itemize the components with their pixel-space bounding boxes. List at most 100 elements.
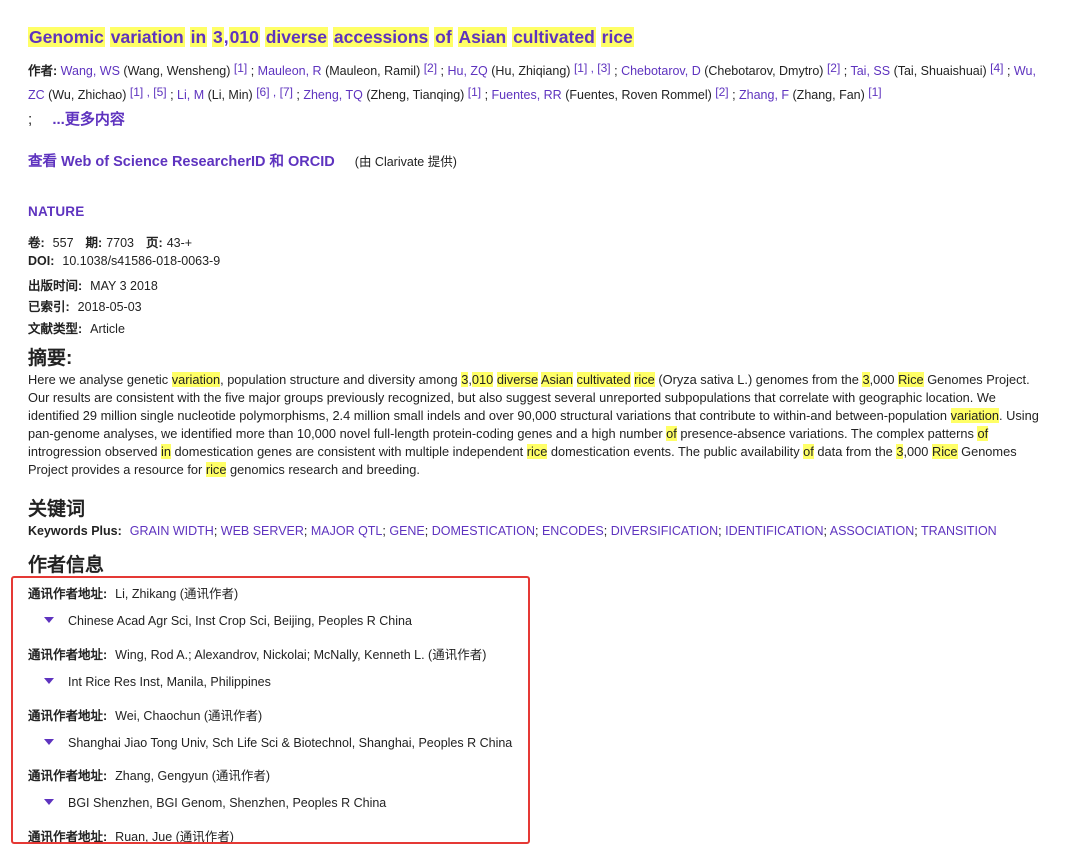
abstract-highlight: Rice (931, 444, 958, 459)
ref-separator: , (143, 85, 154, 99)
pages-label: 页: (146, 236, 163, 250)
author-fullname: (Mauleon, Ramil) (321, 64, 424, 78)
doi-value: 10.1038/s41586-018-0063-9 (62, 254, 221, 268)
affiliation-ref-link[interactable]: [1] (574, 61, 587, 75)
separator: ; (28, 111, 33, 128)
abstract-highlight: variation (171, 372, 221, 387)
title-highlight: in (189, 27, 208, 47)
more-authors-link[interactable]: ...更多内容 (52, 111, 125, 128)
affiliation-ref-link[interactable]: [5] (153, 85, 166, 99)
pages-value: 43-+ (166, 236, 193, 250)
title-highlight: accessions (332, 27, 430, 47)
keyword-link[interactable]: GENE (389, 524, 424, 538)
abstract-text: domestication genes are consistent with … (171, 444, 527, 459)
keyword-link[interactable]: MAJOR QTL (311, 524, 383, 538)
pub-date-value: MAY 3 2018 (90, 279, 158, 293)
author-link[interactable]: Chebotarov, D (621, 64, 701, 78)
abstract-text: data from the (813, 444, 897, 459)
affiliation-ref-link[interactable]: [2] (424, 61, 437, 75)
keyword-link[interactable]: DIVERSIFICATION (611, 524, 718, 538)
keyword-separator: ; (534, 524, 542, 538)
title-highlight: rice (600, 27, 634, 47)
authors-label: 作者: (28, 64, 58, 78)
indexed-value: 2018-05-03 (77, 300, 142, 314)
author-fullname: (Zhang, Fan) (789, 88, 869, 102)
volume-value: 557 (52, 236, 74, 250)
doc-type-row: 文献类型: Article (28, 318, 125, 337)
journal-link[interactable]: NATURE (28, 204, 84, 219)
keyword-link[interactable]: ENCODES (542, 524, 604, 538)
affiliation-ref-link[interactable]: [1] (468, 85, 481, 99)
keyword-separator: ; (213, 524, 221, 538)
provider-note: (由 Clarivate 提供) (354, 155, 457, 169)
issue-label: 期: (85, 236, 103, 250)
title-highlight: variation (109, 27, 185, 47)
keyword-separator: ; (603, 524, 611, 538)
keywords-list: GRAIN WIDTH; WEB SERVER; MAJOR QTL; GENE… (130, 524, 997, 538)
author-link[interactable]: Fuentes, RR (492, 88, 562, 102)
keyword-separator: ; (914, 524, 921, 538)
author-link[interactable]: Li, M (177, 88, 204, 102)
author-fullname: (Wang, Wensheng) (119, 64, 234, 78)
author-fullname: (Fuentes, Roven Rommel) (561, 88, 716, 102)
abstract-highlight: cultivated (576, 372, 631, 387)
title-highlight: diverse (264, 27, 329, 47)
abstract-highlight: 010 (471, 372, 494, 387)
author-link[interactable]: Hu, ZQ (447, 64, 487, 78)
affiliation-ref-link[interactable]: [1] (130, 85, 143, 99)
keyword-link[interactable]: TRANSITION (921, 524, 997, 538)
author-link[interactable]: Wang, WS (61, 64, 120, 78)
keyword-link[interactable]: GRAIN WIDTH (130, 524, 214, 538)
title-highlight: 3 (212, 27, 224, 47)
abstract-text: , population structure and diversity amo… (220, 372, 462, 387)
author-separator: ; (247, 64, 258, 78)
abstract-highlight: rice (526, 444, 548, 459)
affiliation-ref-link[interactable]: [3] (597, 61, 610, 75)
indexed-row: 已索引: 2018-05-03 (28, 296, 142, 315)
title-text (185, 27, 190, 47)
affiliation-ref-link[interactable]: [6] (256, 85, 269, 99)
keyword-link[interactable]: WEB SERVER (221, 524, 304, 538)
affiliation-ref-link[interactable]: [7] (280, 85, 293, 99)
volume-issue-pages: 卷: 557 期: 7703 页: 43-+ (28, 232, 192, 251)
abstract-text: introgression observed (28, 444, 162, 459)
affiliation-ref-link[interactable]: [2] (827, 61, 840, 75)
affiliation-ref-link[interactable]: [1] (868, 85, 881, 99)
title-highlight: Asian (457, 27, 508, 47)
author-fullname: (Li, Min) (204, 88, 257, 102)
keyword-link[interactable]: DOMESTICATION (432, 524, 535, 538)
keywords-label: Keywords Plus: (28, 524, 122, 538)
keyword-link[interactable]: IDENTIFICATION (725, 524, 823, 538)
ref-separator: , (269, 85, 280, 99)
title-text (596, 27, 601, 47)
abstract-highlight: diverse (496, 372, 539, 387)
author-fullname: (Chebotarov, Dmytro) (700, 64, 827, 78)
abstract-highlight: variation (950, 408, 999, 423)
more-authors: ; ...更多内容 (28, 108, 125, 129)
affiliation-ref-link[interactable]: [1] (234, 61, 247, 75)
author-link[interactable]: Zhang, F (739, 88, 789, 102)
affiliation-ref-link[interactable]: [2] (715, 85, 728, 99)
authors-list: 作者: Wang, WS (Wang, Wensheng) [1] ; Maul… (28, 58, 1048, 106)
keyword-link[interactable]: ASSOCIATION (830, 524, 915, 538)
abstract-highlight: 3 (862, 372, 870, 387)
title-text (260, 27, 265, 47)
abstract-highlight: rice (634, 372, 655, 387)
abstract-text (573, 372, 577, 387)
highlight-box (11, 576, 530, 844)
author-link[interactable]: Mauleon, R (258, 64, 322, 78)
author-link[interactable]: Zheng, TQ (303, 88, 363, 102)
title-text: , (223, 27, 229, 47)
abstract-highlight: in (161, 444, 171, 459)
title-highlight: 010 (228, 27, 260, 47)
researcher-id-link[interactable]: 查看 Web of Science ResearcherID 和 ORCID (28, 154, 335, 170)
title-highlight: of (434, 27, 453, 47)
keywords-heading: 关键词 (28, 499, 86, 520)
abstract-text: presence-absence variations. The complex… (676, 426, 978, 441)
abstract-highlight: rice (205, 462, 227, 477)
affiliation-ref-link[interactable]: [4] (990, 61, 1003, 75)
author-separator: ; (728, 88, 740, 102)
abstract-highlight: of (666, 426, 677, 441)
author-info-heading: 作者信息 (28, 555, 105, 576)
author-link[interactable]: Tai, SS (850, 64, 890, 78)
